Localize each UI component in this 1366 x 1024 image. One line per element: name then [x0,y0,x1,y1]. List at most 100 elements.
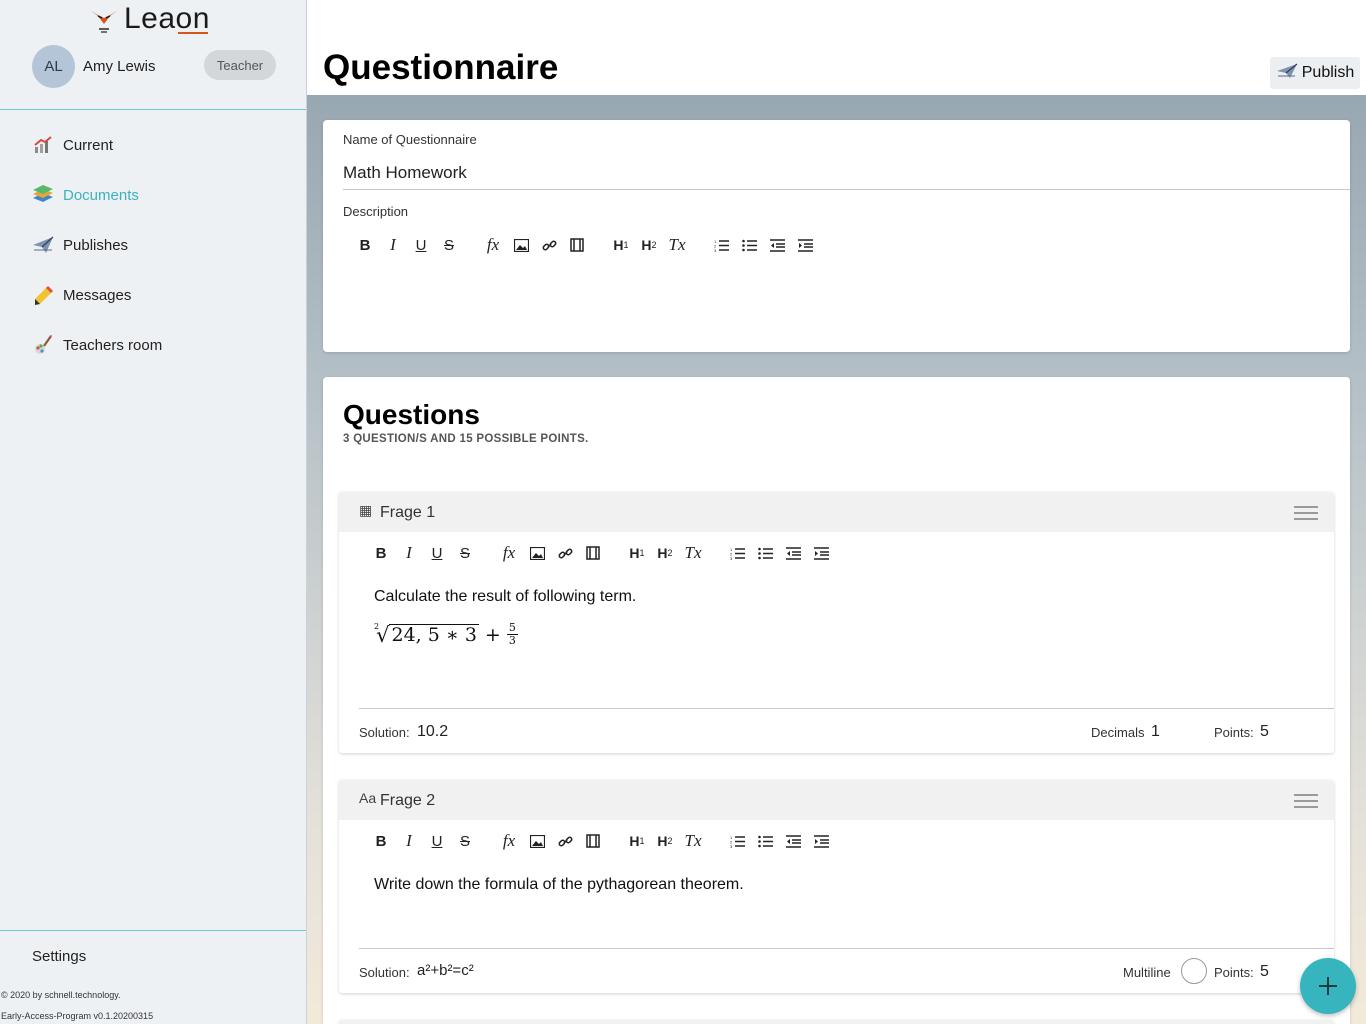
add-question-button[interactable] [1300,958,1356,1014]
solution-divider [359,948,1334,949]
link-icon[interactable] [535,233,563,257]
description-editor[interactable] [343,265,1343,345]
plus-icon [1319,977,1337,995]
indent-icon[interactable] [791,233,819,257]
questions-card: Questions 3 QUESTION/S AND 15 POSSIBLE P… [323,377,1350,1024]
question-formula[interactable]: 2 √ 24, 5 ∗ 3 + 5 3 [374,622,518,647]
question-text[interactable]: Calculate the result of following term. [374,588,636,606]
clear-format-button[interactable]: Tx [679,829,707,853]
strikethrough-button[interactable]: S [451,541,479,565]
bold-button[interactable]: B [367,829,395,853]
pencil-icon [32,284,54,306]
strikethrough-button[interactable]: S [435,233,463,257]
question-title[interactable]: Frage 2 [380,792,435,810]
question-header[interactable]: ▦ Frage 1 [339,492,1334,532]
paper-plane-icon [1276,62,1298,85]
avatar[interactable]: AL [32,44,75,88]
radicand: 24, 5 ∗ 3 [389,624,479,646]
sidebar-item-label: Teachers room [63,336,163,354]
question-card [339,1020,1334,1024]
bullet-list-icon[interactable] [735,233,763,257]
sidebar-item-documents[interactable]: Documents [32,170,292,220]
bullet-list-icon[interactable] [751,829,779,853]
sidebar-item-label: Documents [63,186,139,204]
sidebar-item-messages[interactable]: Messages [32,270,292,320]
publish-label: Publish [1301,64,1355,81]
solution-input[interactable]: 10.2 [417,723,448,741]
drag-handle-icon[interactable] [1294,506,1318,524]
question-title[interactable]: Frage 1 [380,504,435,522]
fox-logo-icon [88,4,120,34]
questionnaire-form: Name of Questionnaire Math Homework Desc… [323,120,1350,352]
user-profile[interactable]: AL Amy Lewis Teacher [32,44,280,88]
indent-icon[interactable] [807,541,835,565]
description-label: Description [343,204,409,219]
bold-button[interactable]: B [351,233,379,257]
italic-button[interactable]: I [395,829,423,853]
video-icon[interactable] [563,233,591,257]
italic-button[interactable]: I [379,233,407,257]
page-title: Questionnaire [323,48,559,87]
underline-button[interactable]: U [423,541,451,565]
app-logo[interactable]: Leaon [88,2,210,36]
outdent-icon[interactable] [763,233,791,257]
settings-link[interactable]: Settings [32,948,86,965]
image-icon[interactable] [523,541,551,565]
indent-icon[interactable] [807,829,835,853]
video-icon[interactable] [579,541,607,565]
text-icon: Aa [359,790,377,806]
denominator: 3 [506,634,518,647]
formula-button[interactable]: fx [479,233,507,257]
clear-format-button[interactable]: Tx [679,541,707,565]
video-icon[interactable] [579,829,607,853]
image-icon[interactable] [507,233,535,257]
question-toolbar: B I U S fx H1 H2 Tx 123 [367,541,835,565]
ordered-list-icon[interactable]: 123 [723,541,751,565]
heading1-button[interactable]: H1 [623,829,651,853]
name-input[interactable]: Math Homework [343,163,467,183]
formula-button[interactable]: fx [495,541,523,565]
page-header: Questionnaire Publish [307,0,1366,95]
heading2-button[interactable]: H2 [635,233,663,257]
sidebar-item-label: Current [63,136,114,154]
svg-text:3: 3 [714,248,717,252]
outdent-icon[interactable] [779,541,807,565]
root-index: 2 [374,622,380,631]
link-icon[interactable] [551,829,579,853]
sidebar-item-label: Messages [63,286,132,304]
sidebar-item-teachers-room[interactable]: Teachers room [32,320,292,370]
underline-button[interactable]: U [407,233,435,257]
underline-button[interactable]: U [423,829,451,853]
heading1-button[interactable]: H1 [623,541,651,565]
question-header[interactable] [339,1020,1334,1024]
question-text[interactable]: Write down the formula of the pythagorea… [374,876,744,894]
question-header[interactable]: Aa Frage 2 [339,780,1334,820]
bullet-list-icon[interactable] [751,541,779,565]
outdent-icon[interactable] [779,829,807,853]
heading2-button[interactable]: H2 [651,829,679,853]
italic-button[interactable]: I [395,541,423,565]
publish-button[interactable]: Publish [1270,57,1360,89]
strikethrough-button[interactable]: S [451,829,479,853]
ordered-list-icon[interactable]: 123 [707,233,735,257]
books-icon [32,184,54,206]
solution-input[interactable]: a²+b²=c² [417,962,474,979]
sidebar-item-publishes[interactable]: Publishes [32,220,292,270]
formula-button[interactable]: fx [495,829,523,853]
decimals-input[interactable]: 1 [1151,723,1160,741]
drag-handle-icon[interactable] [1294,794,1318,812]
user-name: Amy Lewis [83,57,156,75]
heading2-button[interactable]: H2 [651,541,679,565]
image-icon[interactable] [523,829,551,853]
link-icon[interactable] [551,541,579,565]
multiline-radio[interactable] [1181,958,1207,984]
bold-button[interactable]: B [367,541,395,565]
points-input[interactable]: 5 [1260,963,1269,981]
sidebar-item-current[interactable]: Current [32,120,292,170]
palette-icon [32,334,54,356]
heading1-button[interactable]: H1 [607,233,635,257]
clear-format-button[interactable]: Tx [663,233,691,257]
sidebar: Leaon AL Amy Lewis Teacher Current Docum… [0,0,307,1024]
points-input[interactable]: 5 [1260,723,1269,741]
ordered-list-icon[interactable]: 123 [723,829,751,853]
